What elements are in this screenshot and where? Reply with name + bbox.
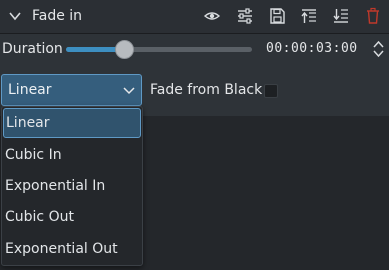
- duration-timecode[interactable]: 00:00:03:00: [266, 41, 358, 56]
- dropdown-option-cubic-in[interactable]: Cubic In: [3, 140, 141, 170]
- delete-icon[interactable]: [364, 7, 382, 25]
- curve-combo[interactable]: Linear: [1, 74, 142, 106]
- fade-from-black-checkbox[interactable]: [264, 84, 278, 98]
- effect-controls: Duration 00:00:03:00 Linear Fade from Bl…: [0, 34, 389, 116]
- duration-slider[interactable]: [66, 47, 252, 52]
- curve-dropdown-list: Linear Cubic In Exponential In Cubic Out…: [1, 106, 143, 266]
- curve-combo-value: Linear: [8, 82, 52, 98]
- effect-panel: Fade in Duration 00:00:03:00 Linear Fade…: [0, 0, 389, 270]
- effect-header: Fade in: [0, 0, 389, 34]
- fade-from-black-label: Fade from Black: [150, 82, 263, 98]
- chevron-down-icon: [123, 87, 135, 95]
- dropdown-option-cubic-out[interactable]: Cubic Out: [3, 202, 141, 232]
- dropdown-option-exponential-in[interactable]: Exponential In: [3, 171, 141, 201]
- duration-label: Duration: [2, 41, 63, 57]
- chevron-down-icon[interactable]: [8, 9, 22, 23]
- sliders-icon[interactable]: [236, 7, 254, 25]
- move-down-icon[interactable]: [332, 7, 350, 25]
- save-icon[interactable]: [268, 7, 286, 25]
- spin-arrows-icon[interactable]: [372, 38, 385, 60]
- dropdown-option-linear[interactable]: Linear: [3, 108, 141, 138]
- duration-slider-handle[interactable]: [114, 40, 134, 59]
- eye-icon[interactable]: [203, 7, 221, 25]
- dropdown-option-exponential-out[interactable]: Exponential Out: [3, 234, 141, 264]
- effect-title: Fade in: [32, 8, 83, 24]
- move-up-icon[interactable]: [300, 7, 318, 25]
